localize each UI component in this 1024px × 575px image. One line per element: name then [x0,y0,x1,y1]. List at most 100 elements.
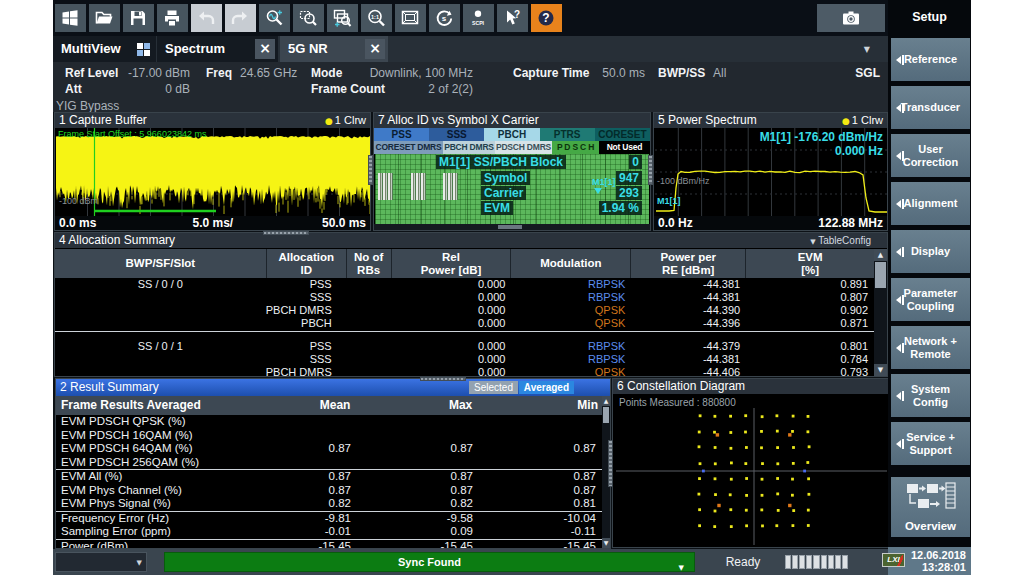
result-header-mean: Mean [246,396,366,415]
softkey-reference[interactable]: Reference [891,38,970,81]
table-row[interactable]: PBCH DMRS0.000QPSK-44.4060.793 [55,366,874,377]
constellation-plot[interactable]: Points Measured : 880800 [614,394,887,546]
cell-evm: 0.801 [745,340,874,353]
splitter-handle[interactable] [420,377,466,381]
marker-m1[interactable]: M1[1] [592,177,616,194]
result-row[interactable]: EVM Phys Signal (%)0.820.820.81 [56,497,602,511]
allocation-summary-window[interactable]: 4 Allocation Summary ▼ TableConfig BWP/S… [54,232,888,377]
table-row[interactable]: SSS0.000RBPSK-44.3810.807 [55,291,874,304]
scroll-up-icon[interactable]: ▲ [874,249,887,261]
result-row[interactable]: EVM PDSCH QPSK (%) [56,415,602,429]
capture-buffer-plot[interactable]: Frame Start Offset : 5.966023842 ms -100… [56,128,369,216]
column-header-rel[interactable]: RelPower [dB] [391,249,511,278]
softkey-parameter-coupling[interactable]: ParameterCoupling [891,278,970,321]
column-header-modulation[interactable]: Modulation [510,249,630,278]
column-header-no-of[interactable]: No ofRBs [346,249,391,278]
result-row[interactable]: EVM PDSCH 256QAM (%) [56,456,602,470]
trace-badge: ●1 Clrw [842,113,883,129]
softkey-display[interactable]: Display [891,230,970,273]
legend-not-used: Not Used [599,141,650,154]
table-row[interactable]: PBCH DMRS0.000QPSK-44.3900.902 [55,304,874,317]
alloc-h-scrollbar[interactable] [374,224,650,230]
power-spectrum-window[interactable]: 5 Power Spectrum ●1 Clrw M1[1] -176.20 d… [653,112,888,231]
result-row[interactable]: Frequency Error (Hz)-9.81-9.58-10.04 [56,512,602,526]
softkey-service-support[interactable]: Service +Support [891,422,970,465]
alloc-id-window[interactable]: 7 Alloc ID vs Symbol X Carrier PSSSSSPBC… [373,112,651,231]
splitter-handle[interactable] [648,155,653,185]
group-gap [55,332,874,340]
cell-slot [55,291,266,304]
column-header-evm[interactable]: EVM[%] [745,249,874,278]
scroll-up-icon[interactable]: ▲ [602,396,610,406]
overview-button[interactable]: Overview [891,477,970,537]
capture-buffer-window[interactable]: 1 Capture Buffer ●1 Clrw Frame Start Off… [54,112,371,231]
progress-bar [785,555,848,569]
softkey-transducer[interactable]: Transducer [891,86,970,129]
splitter-handle[interactable] [263,231,309,235]
allocation-summary-scrollbar[interactable]: ▲ ▼ [874,249,887,376]
splitter-handle[interactable] [368,155,373,185]
column-header-power-per[interactable]: Power perRE [dBm] [630,249,745,278]
cell-power-per-re: -44.381 [630,291,745,304]
column-header-bwp-sf-slot[interactable]: BWP/SF/Slot [55,249,266,278]
cell-no-of-rbs [346,366,391,377]
column-header-allocation[interactable]: AllocationID [266,249,346,278]
softkey-network-remote[interactable]: Network +Remote [891,326,970,369]
scroll-down-icon[interactable]: ▼ [602,538,610,548]
cell-rel-power: 0.000 [391,366,511,377]
lxi-icon: LXI [882,553,905,567]
table-config-button[interactable]: ▼ TableConfig [810,233,871,250]
result-mean [246,429,366,443]
result-mean: 0.87 [246,470,366,484]
table-row[interactable]: SS / 0 / 0PSS0.000RBPSK-44.3810.891 [55,278,874,291]
power-spectrum-plot[interactable]: M1[1] -176.20 dBm/Hz 0.000 Hz -100 dBm/H… [655,128,886,216]
sync-status[interactable]: Sync Found▼ [164,552,695,572]
result-summary-title: 2 Result Summary Selected Averaged [56,379,610,396]
softkey-arrow-icon [896,248,901,256]
result-row[interactable]: EVM All (%)0.870.870.87 [56,470,602,484]
cell-rel-power: 0.000 [391,304,511,317]
softkey-system-config[interactable]: SystemConfig [891,374,970,417]
tab-averaged[interactable]: Averaged [519,381,574,394]
readout-label: Carrier [481,186,526,200]
ss-pbch-block-stripes [378,173,393,200]
status-dropdown[interactable]: ▼ [55,552,147,572]
result-max: 0.87 [366,442,488,456]
cell-allocation-id: SSS [266,353,346,366]
status-bar: ▼ Sync Found▼ Ready [53,549,888,575]
table-row[interactable]: SSS0.000RBPSK-44.3810.784 [55,353,874,366]
constellation-window[interactable]: 6 Constellation Diagram Points Measured … [612,378,889,548]
ref-line-label: -100 dBm/Hz [657,176,710,186]
result-min: 0.87 [488,484,600,498]
result-label: EVM PDSCH 16QAM (%) [56,429,246,443]
softkey-arrow-icon [896,440,901,448]
result-label: Power (dBm) [56,540,246,550]
table-row[interactable]: SS / 0 / 1PSS0.000RBPSK-44.3790.801 [55,340,874,353]
result-summary-window[interactable]: 2 Result Summary Selected Averaged Frame… [55,378,611,549]
cell-slot [55,304,266,317]
result-header-min: Min [487,396,602,415]
legend-coreset: CORESET [595,128,650,141]
scroll-thumb[interactable] [875,262,886,288]
scroll-thumb[interactable] [603,407,609,423]
result-row[interactable]: EVM Phys Channel (%)0.870.870.87 [56,484,602,498]
result-row[interactable]: Sampling Error (ppm)-0.010.09-0.11 [56,525,602,539]
cell-no-of-rbs [346,291,391,304]
result-row[interactable]: EVM PDSCH 64QAM (%)0.870.870.87 [56,442,602,456]
result-max [366,429,488,443]
softkey-user-correction[interactable]: UserCorrection [891,134,970,177]
result-max [366,415,488,429]
result-label: EVM PDSCH QPSK (%) [56,415,246,429]
result-min: 0.87 [488,470,600,484]
result-row[interactable]: Power (dBm)-15.45-15.45-15.45 [56,540,602,550]
cell-no-of-rbs [346,353,391,366]
scroll-down-icon[interactable]: ▼ [874,364,887,376]
tab-selected[interactable]: Selected [469,381,518,394]
softkey-alignment[interactable]: Alignment [891,182,970,225]
result-max: -15.45 [366,540,488,550]
table-row[interactable]: PBCH0.000QPSK-44.3960.871 [55,317,874,330]
legend-ptrs: PTRS [540,128,595,141]
result-row[interactable]: EVM PDSCH 16QAM (%) [56,429,602,443]
alloc-readout-0: M1[1] SS/PBCH Block0 [436,155,650,169]
softkey-arrow-icon [896,56,901,64]
